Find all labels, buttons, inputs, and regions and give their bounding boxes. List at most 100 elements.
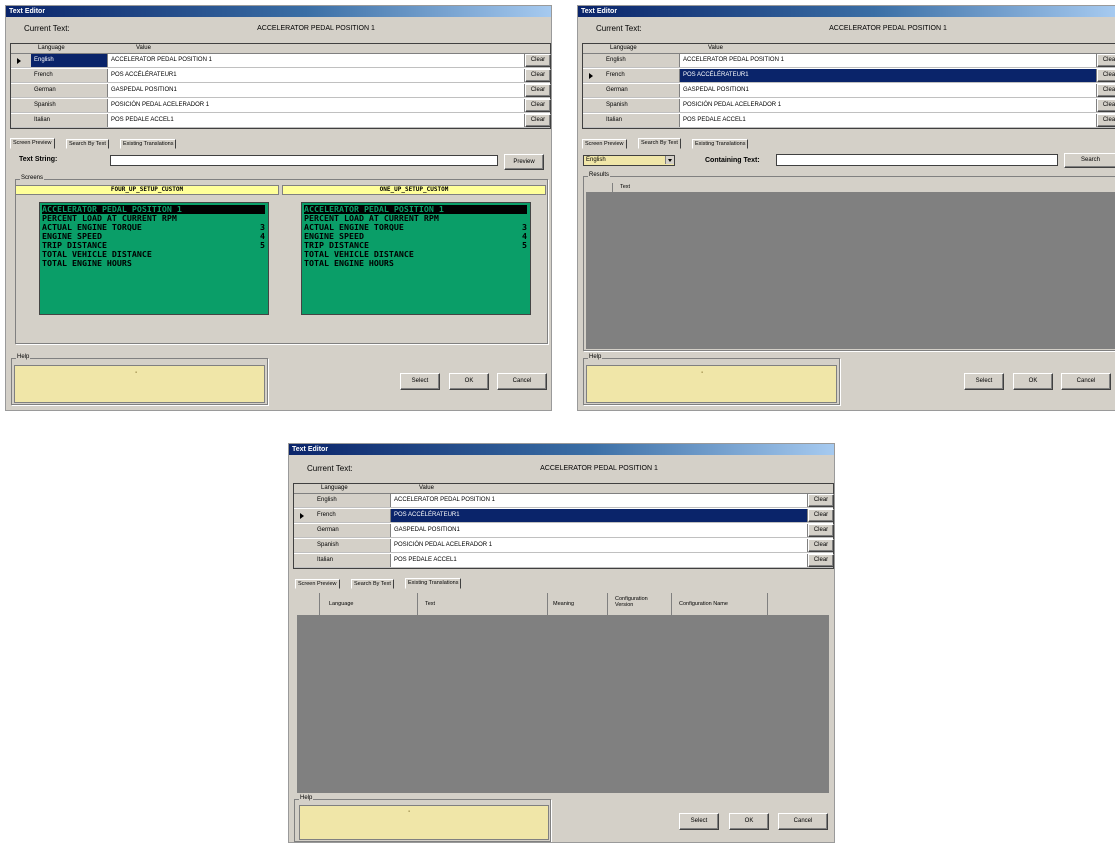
translation-row-italian[interactable]: Italian POS PEDALE ACCEL1 Clear bbox=[583, 114, 1115, 128]
tab-search-by-text[interactable]: Search By Text bbox=[638, 138, 681, 149]
ok-button[interactable]: OK bbox=[449, 373, 489, 390]
translation-row-english[interactable]: English ACCELERATOR PEDAL POSITION 1 Cle… bbox=[11, 54, 551, 68]
cancel-button[interactable]: Cancel bbox=[1061, 373, 1111, 390]
cancel-button[interactable]: Cancel bbox=[497, 373, 547, 390]
translation-row-french[interactable]: French POS ACCÉLÉRATEUR1 Clear bbox=[294, 509, 834, 523]
containing-text-input[interactable] bbox=[776, 154, 1058, 166]
clear-button[interactable]: Clear bbox=[808, 509, 834, 522]
text-string-label: Text String: bbox=[19, 156, 58, 163]
lcd-line-text: ACTUAL ENGINE TORQUE bbox=[42, 223, 142, 232]
translation-row-french[interactable]: French POS ACCÉLÉRATEUR1 Clear bbox=[583, 69, 1115, 83]
lcd-line: TOTAL VEHICLE DISTANCE bbox=[304, 250, 527, 259]
lcd-screen-one-up[interactable]: ACCELERATOR PEDAL POSITION 1 PERCENT LOA… bbox=[301, 202, 531, 315]
column-divider bbox=[607, 593, 608, 615]
value-cell[interactable]: POS PEDALE ACCEL1 bbox=[391, 554, 808, 567]
current-text-value: ACCELERATOR PEDAL POSITION 1 bbox=[540, 465, 658, 472]
clear-button[interactable]: Clear bbox=[525, 54, 551, 67]
select-button[interactable]: Select bbox=[400, 373, 440, 390]
text-string-input[interactable] bbox=[110, 155, 498, 166]
translation-row-french[interactable]: French POS ACCÉLÉRATEUR1 Clear bbox=[11, 69, 551, 83]
clear-button[interactable]: Clear bbox=[808, 494, 834, 507]
value-cell[interactable]: GASPEDAL POSITION1 bbox=[108, 84, 525, 97]
cancel-button[interactable]: Cancel bbox=[778, 813, 828, 830]
value-cell[interactable]: ACCELERATOR PEDAL POSITION 1 bbox=[391, 494, 808, 507]
text-editor-window-search: Text Editor Current Text: ACCELERATOR PE… bbox=[577, 5, 1115, 411]
lcd-line: ACCELERATOR PEDAL POSITION 1 bbox=[304, 205, 527, 214]
tab-search-by-text[interactable]: Search By Text bbox=[351, 579, 394, 589]
clear-button[interactable]: Clear bbox=[1097, 54, 1115, 67]
tab-existing-translations[interactable]: Existing Translations bbox=[120, 139, 177, 149]
value-cell[interactable]: ACCELERATOR PEDAL POSITION 1 bbox=[108, 54, 525, 67]
translation-row-spanish[interactable]: Spanish POSICIÓN PEDAL ACELERADOR 1 Clea… bbox=[294, 539, 834, 553]
clear-button[interactable]: Clear bbox=[525, 99, 551, 112]
value-column-header: Value bbox=[419, 485, 434, 491]
clear-button[interactable]: Clear bbox=[525, 114, 551, 127]
value-cell[interactable]: POSICIÓN PEDAL ACELERADOR 1 bbox=[391, 539, 808, 552]
results-header-selector bbox=[586, 183, 613, 192]
ok-button[interactable]: OK bbox=[729, 813, 769, 830]
translation-row-english[interactable]: English ACCELERATOR PEDAL POSITION 1 Cle… bbox=[583, 54, 1115, 68]
value-cell[interactable]: POS ACCÉLÉRATEUR1 bbox=[680, 69, 1097, 82]
value-cell[interactable]: GASPEDAL POSITION1 bbox=[680, 84, 1097, 97]
value-cell[interactable]: POSICIÓN PEDAL ACELERADOR 1 bbox=[108, 99, 525, 112]
select-button[interactable]: Select bbox=[964, 373, 1004, 390]
value-cell[interactable]: POS ACCÉLÉRATEUR1 bbox=[391, 509, 808, 522]
translation-row-german[interactable]: German GASPEDAL POSITION1 Clear bbox=[11, 84, 551, 98]
language-dropdown[interactable]: English bbox=[583, 155, 675, 166]
translation-row-german[interactable]: German GASPEDAL POSITION1 Clear bbox=[294, 524, 834, 538]
row-selector bbox=[11, 69, 32, 82]
lcd-line-number: 4 bbox=[260, 232, 265, 241]
containing-text-label: Containing Text: bbox=[705, 157, 760, 164]
preview-button[interactable]: Preview bbox=[504, 154, 544, 170]
help-text-area: ▪ bbox=[299, 805, 549, 840]
row-selector bbox=[11, 54, 32, 67]
select-button[interactable]: Select bbox=[679, 813, 719, 830]
lcd-line-number: 5 bbox=[522, 241, 527, 250]
results-header: Text bbox=[586, 183, 1115, 193]
existing-text-column-header: Text bbox=[425, 601, 436, 607]
clear-button[interactable]: Clear bbox=[525, 84, 551, 97]
value-cell[interactable]: POS PEDALE ACCEL1 bbox=[108, 114, 525, 127]
value-cell[interactable]: POS PEDALE ACCEL1 bbox=[680, 114, 1097, 127]
results-grid[interactable]: Text bbox=[586, 183, 1115, 349]
translation-row-italian[interactable]: Italian POS PEDALE ACCEL1 Clear bbox=[294, 554, 834, 568]
clear-button[interactable]: Clear bbox=[1097, 84, 1115, 97]
search-button[interactable]: Search bbox=[1064, 153, 1115, 168]
value-cell[interactable]: POS ACCÉLÉRATEUR1 bbox=[108, 69, 525, 82]
help-marker: ▪ bbox=[701, 370, 704, 376]
tab-screen-preview[interactable]: Screen Preview bbox=[582, 139, 627, 149]
clear-button[interactable]: Clear bbox=[1097, 99, 1115, 112]
clear-button[interactable]: Clear bbox=[808, 524, 834, 537]
translation-row-italian[interactable]: Italian POS PEDALE ACCEL1 Clear bbox=[11, 114, 551, 128]
clear-button[interactable]: Clear bbox=[1097, 114, 1115, 127]
existing-translations-grid[interactable]: Language Text Meaning Configuration Vers… bbox=[297, 593, 829, 793]
language-cell: Spanish bbox=[603, 99, 680, 112]
clear-button[interactable]: Clear bbox=[525, 69, 551, 82]
current-text-value: ACCELERATOR PEDAL POSITION 1 bbox=[829, 25, 947, 32]
tab-existing-translations[interactable]: Existing Translations bbox=[405, 578, 462, 589]
value-cell[interactable]: GASPEDAL POSITION1 bbox=[391, 524, 808, 537]
lcd-line-number: 5 bbox=[260, 241, 265, 250]
lcd-line-text: TOTAL VEHICLE DISTANCE bbox=[42, 250, 152, 259]
chevron-down-icon[interactable] bbox=[665, 156, 674, 164]
translations-grid: Language Value English ACCELERATOR PEDAL… bbox=[293, 483, 834, 569]
clear-button[interactable]: Clear bbox=[808, 554, 834, 567]
clear-button[interactable]: Clear bbox=[1097, 69, 1115, 82]
translation-row-german[interactable]: German GASPEDAL POSITION1 Clear bbox=[583, 84, 1115, 98]
language-cell: French bbox=[31, 69, 108, 82]
value-cell[interactable]: ACCELERATOR PEDAL POSITION 1 bbox=[680, 54, 1097, 67]
translation-row-english[interactable]: English ACCELERATOR PEDAL POSITION 1 Cle… bbox=[294, 494, 834, 508]
tab-existing-translations[interactable]: Existing Translations bbox=[692, 139, 749, 149]
clear-button[interactable]: Clear bbox=[808, 539, 834, 552]
ok-button[interactable]: OK bbox=[1013, 373, 1053, 390]
window-title: Text Editor bbox=[289, 444, 834, 455]
language-cell: French bbox=[603, 69, 680, 82]
value-cell[interactable]: POSICIÓN PEDAL ACELERADOR 1 bbox=[680, 99, 1097, 112]
tab-search-by-text[interactable]: Search By Text bbox=[66, 139, 109, 149]
lcd-line: ENGINE SPEED 4 bbox=[42, 232, 265, 241]
translation-row-spanish[interactable]: Spanish POSICIÓN PEDAL ACELERADOR 1 Clea… bbox=[583, 99, 1115, 113]
translation-row-spanish[interactable]: Spanish POSICIÓN PEDAL ACELERADOR 1 Clea… bbox=[11, 99, 551, 113]
lcd-screen-four-up[interactable]: ACCELERATOR PEDAL POSITION 1 PERCENT LOA… bbox=[39, 202, 269, 315]
tab-screen-preview[interactable]: Screen Preview bbox=[10, 138, 55, 149]
tab-screen-preview[interactable]: Screen Preview bbox=[295, 579, 340, 589]
